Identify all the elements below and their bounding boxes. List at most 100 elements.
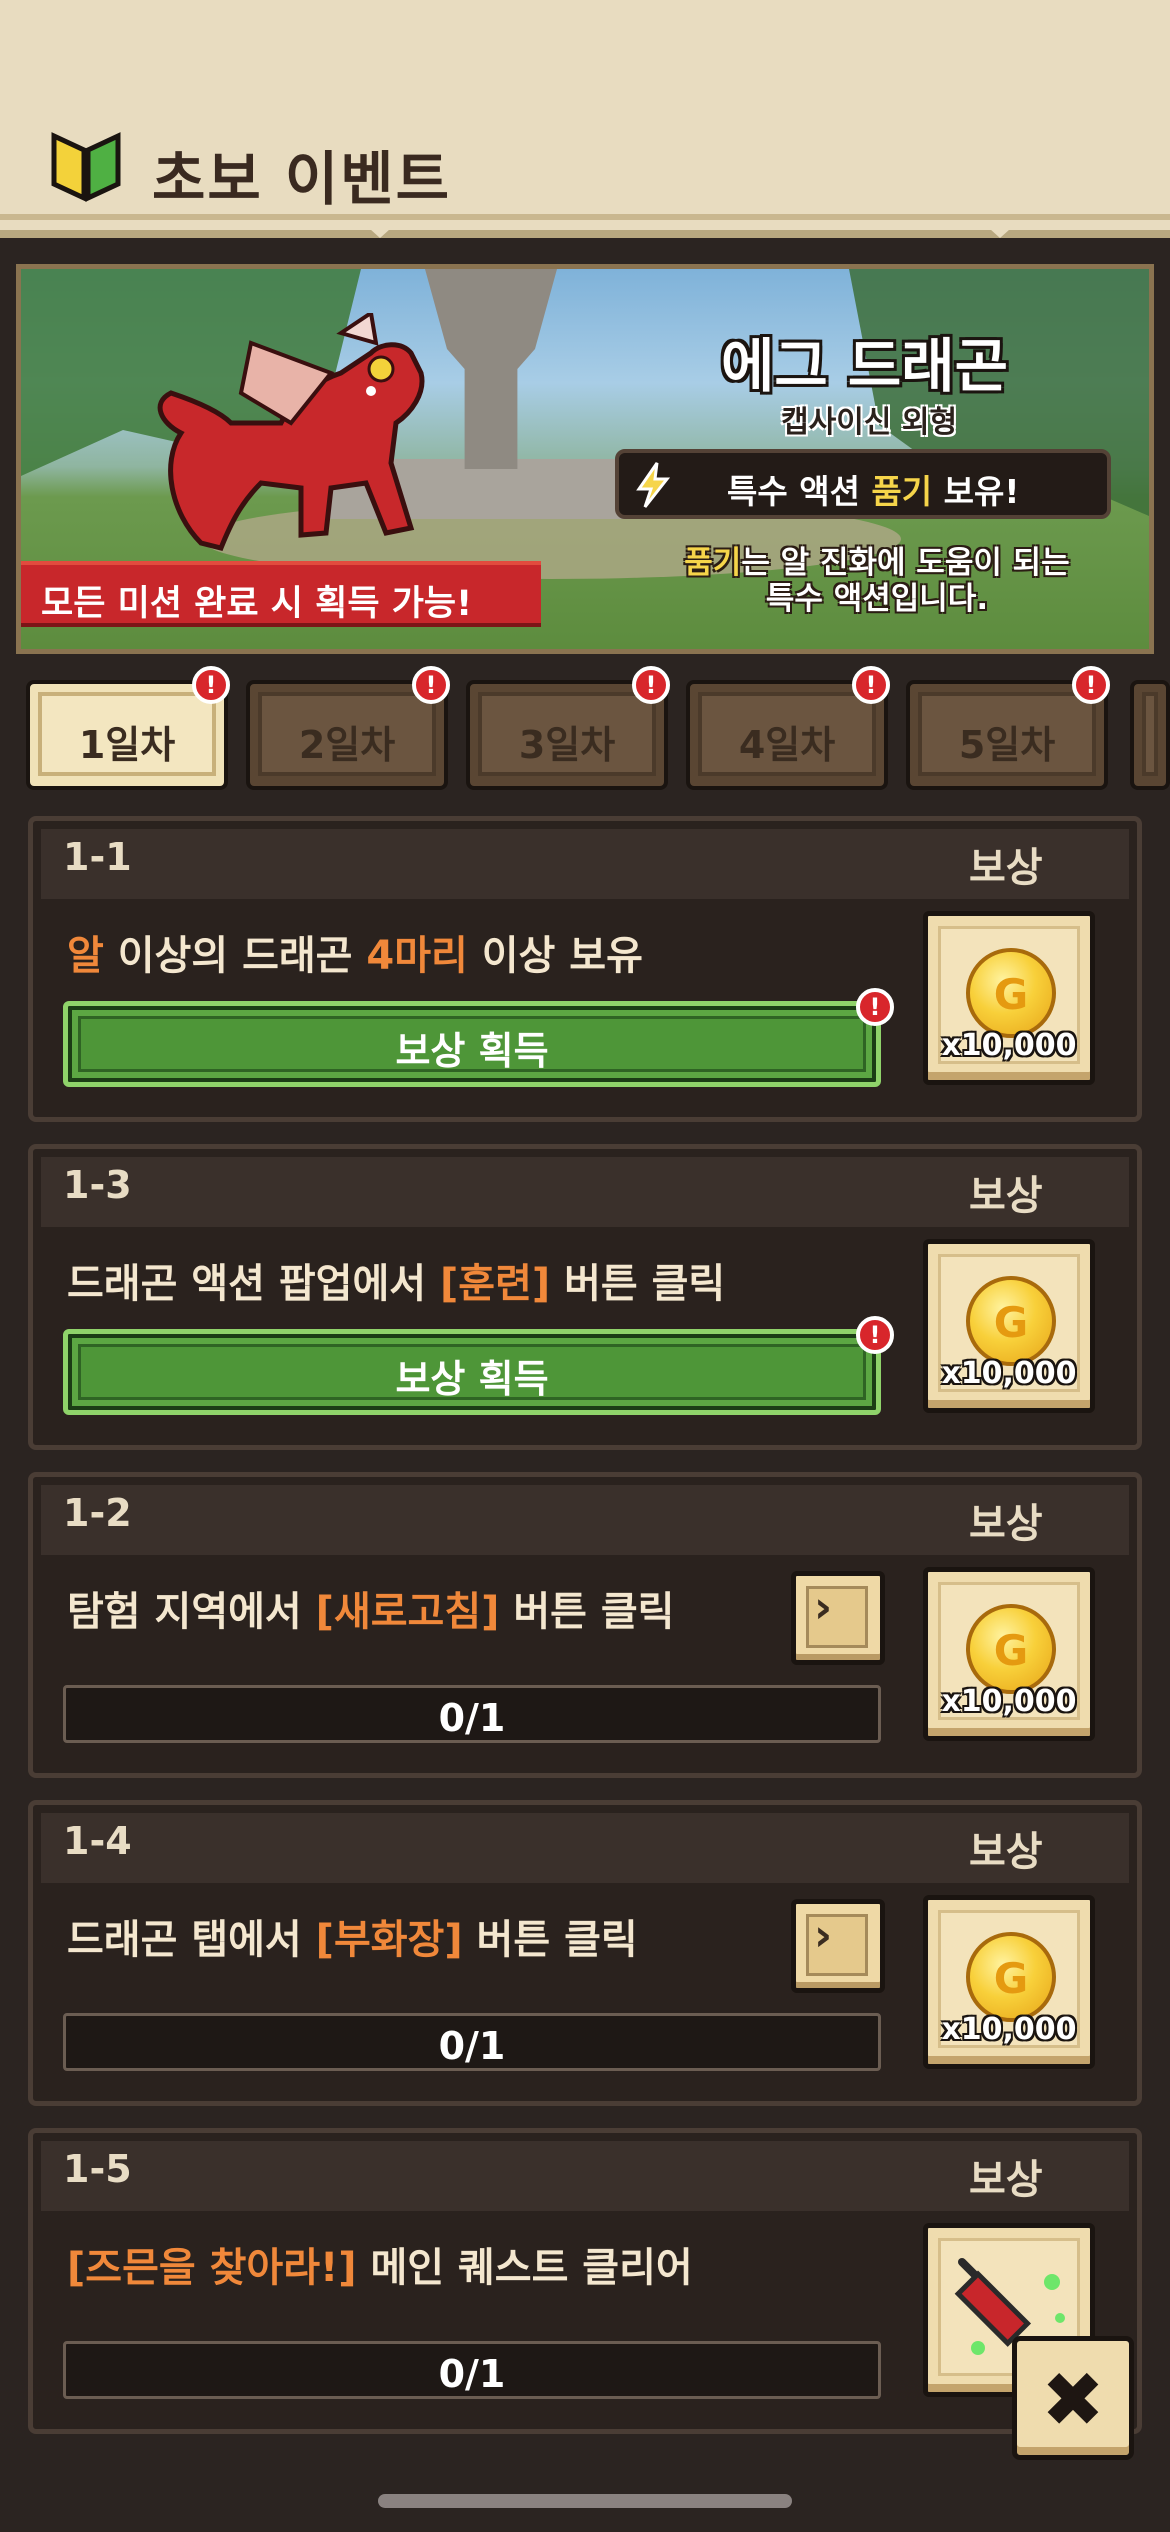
banner-desc-highlight: 품기 [684, 545, 742, 581]
mission-desc-part: 탐험 지역에서 [67, 1589, 316, 1635]
reward-label: 보상 [969, 1173, 1043, 1219]
mission-card: 1-3 보상드래곤 액션 팝업에서 [훈련] 버튼 클릭보상 획득! Gx10,00… [28, 1144, 1142, 1450]
progress-bar: 0/1 [63, 2341, 881, 2399]
special-action-highlight: 품기 [871, 472, 933, 511]
coin-glyph: G [993, 970, 1029, 1019]
banner-subtitle: 캡사이신 외형 [781, 405, 958, 440]
mission-desc-part: [훈련] [439, 1261, 551, 1307]
close-button[interactable]: ✖ [1012, 2336, 1134, 2460]
tab-day-1[interactable]: 1일차! [26, 666, 230, 790]
egg-dragon-image [157, 313, 425, 551]
progress-text: 0/1 [438, 2352, 506, 2396]
mission-card: 1-5 보상 [즈믄을 찾아라!] 메인 퀘스트 클리어 0/1 [28, 2128, 1142, 2434]
gold-coin-icon: G [966, 1932, 1056, 2022]
progress-text: 0/1 [438, 1696, 506, 1740]
mission-id: 1-5 [63, 2147, 132, 2191]
tab-label: 3일차 [518, 723, 616, 767]
reward-item[interactable]: Gx10,000 [923, 911, 1095, 1085]
tab-day-4[interactable]: 4일차! [686, 666, 890, 790]
alert-badge: ! [192, 666, 230, 704]
progress-text: 0/1 [438, 2024, 506, 2068]
chevron-right-icon: › [814, 1582, 833, 1633]
alert-badge: ! [1072, 666, 1110, 704]
reward-label: 보상 [969, 1501, 1043, 1547]
mission-desc-part: 이상의 드래곤 [103, 933, 367, 979]
reward-quantity: x10,000 [941, 1684, 1077, 1719]
mission-id: 1-2 [63, 1491, 132, 1535]
tab-day-2[interactable]: 2일차! [246, 666, 450, 790]
mission-description: [즈믄을 찾아라!] 메인 퀘스트 클리어 [67, 2235, 693, 2293]
special-action-text: 특수 액션 품기 보유! [727, 465, 1019, 513]
special-action-box: 특수 액션 품기 보유! [615, 449, 1111, 519]
alert-badge: ! [632, 666, 670, 704]
progress-bar: 0/1 [63, 1685, 881, 1743]
reward-label: 보상 [969, 1829, 1043, 1875]
reward-item[interactable]: Gx10,000 [923, 1567, 1095, 1741]
mission-desc-part: [부화장] [315, 1917, 463, 1963]
coin-glyph: G [993, 1626, 1029, 1675]
mission-description: 탐험 지역에서 [새로고침] 버튼 클릭 [67, 1579, 674, 1637]
mission-description: 드래곤 액션 팝업에서 [훈련] 버튼 클릭 [67, 1251, 725, 1309]
mission-desc-part: 버튼 클릭 [462, 1917, 638, 1963]
close-x-icon: ✖ [1041, 2355, 1105, 2444]
mission-desc-part: 메인 퀘스트 클리어 [356, 2245, 693, 2291]
gold-coin-icon: G [966, 948, 1056, 1038]
event-banner: 에그 드래곤 캡사이신 외형 특수 액션 품기 보유! 품기는 알 진화에 도움… [16, 264, 1154, 654]
mission-header [41, 1485, 1129, 1555]
mission-desc-part: 알 [67, 933, 104, 979]
mission-desc-part: 드래곤 탭에서 [67, 1917, 316, 1963]
claim-reward-button[interactable]: 보상 획득! [63, 1316, 894, 1415]
tab-label: 5일차 [958, 723, 1056, 767]
reward-item[interactable]: Gx10,000 [923, 1239, 1095, 1413]
ribbon-text: 모든 미션 완료 시 획득 가능! [41, 584, 473, 624]
tab-label: 1일차 [78, 723, 176, 767]
banner-title: 에그 드래곤 [721, 332, 1008, 400]
tab-label: 2일차 [298, 723, 396, 767]
chevron-right-icon: › [814, 1910, 833, 1961]
mission-desc-part: 4마리 [366, 933, 468, 979]
mission-header [41, 2141, 1129, 2211]
special-action-prefix: 특수 액션 [727, 472, 872, 511]
coin-glyph: G [993, 1954, 1029, 2003]
reward-label: 보상 [969, 2157, 1043, 2203]
progress-bar: 0/1 [63, 2013, 881, 2071]
alert-badge: ! [856, 1316, 894, 1354]
lightning-icon [629, 461, 677, 509]
go-button[interactable]: › [791, 1571, 885, 1665]
alert-badge: ! [856, 988, 894, 1026]
claim-label: 보상 획득 [395, 1029, 549, 1073]
special-action-suffix: 보유! [932, 472, 1020, 511]
mission-id: 1-4 [63, 1819, 132, 1863]
completion-ribbon: 모든 미션 완료 시 획득 가능! [21, 561, 541, 627]
alert-badge: ! [852, 666, 890, 704]
reward-quantity: x10,000 [941, 1356, 1077, 1391]
reward-item[interactable]: Gx10,000 [923, 1895, 1095, 2069]
mission-header [41, 829, 1129, 899]
claim-label: 보상 획득 [395, 1357, 549, 1401]
mission-description: 드래곤 탭에서 [부화장] 버튼 클릭 [67, 1907, 638, 1965]
banner-description: 품기는 알 진화에 도움이 되는 특수 액션입니다. [657, 545, 1097, 617]
reward-quantity: x10,000 [941, 1028, 1077, 1063]
mission-description: 알 이상의 드래곤 4마리 이상 보유 [67, 923, 643, 981]
mission-desc-part: [즈믄을 찾아라!] [67, 2245, 357, 2291]
reward-quantity: x10,000 [941, 2012, 1077, 2047]
tab-day-3[interactable]: 3일차! [466, 666, 670, 790]
tab-label: 4일차 [738, 723, 836, 767]
mission-card: 1-1 보상 알 이상의 드래곤 4마리 이상 보유 보상 획득! Gx10,000 [28, 816, 1142, 1122]
tab-partial[interactable] [1130, 680, 1170, 790]
mission-desc-part: 이상 보유 [467, 933, 643, 979]
home-indicator[interactable] [378, 2494, 792, 2508]
claim-reward-button[interactable]: 보상 획득! [63, 988, 894, 1087]
coin-glyph: G [993, 1298, 1029, 1347]
banner-desc-line1: 는 알 진화에 도움이 되는 [741, 545, 1070, 581]
go-button[interactable]: › [791, 1899, 885, 1993]
tab-day-5[interactable]: 5일차! [906, 666, 1110, 790]
mission-id: 1-1 [63, 835, 132, 879]
mission-desc-part: 버튼 클릭 [499, 1589, 675, 1635]
beginner-leaf-icon [51, 132, 121, 202]
mission-desc-part: [새로고침] [315, 1589, 500, 1635]
mission-id: 1-3 [63, 1163, 132, 1207]
mission-card: 1-4 보상드래곤 탭에서 [부화장] 버튼 클릭 0/1 › Gx10,000 [28, 1800, 1142, 2106]
mission-card: 1-2 보상탐험 지역에서 [새로고침] 버튼 클릭 0/1 › Gx10,000 [28, 1472, 1142, 1778]
banner-desc-line2: 특수 액션입니다. [765, 581, 989, 617]
